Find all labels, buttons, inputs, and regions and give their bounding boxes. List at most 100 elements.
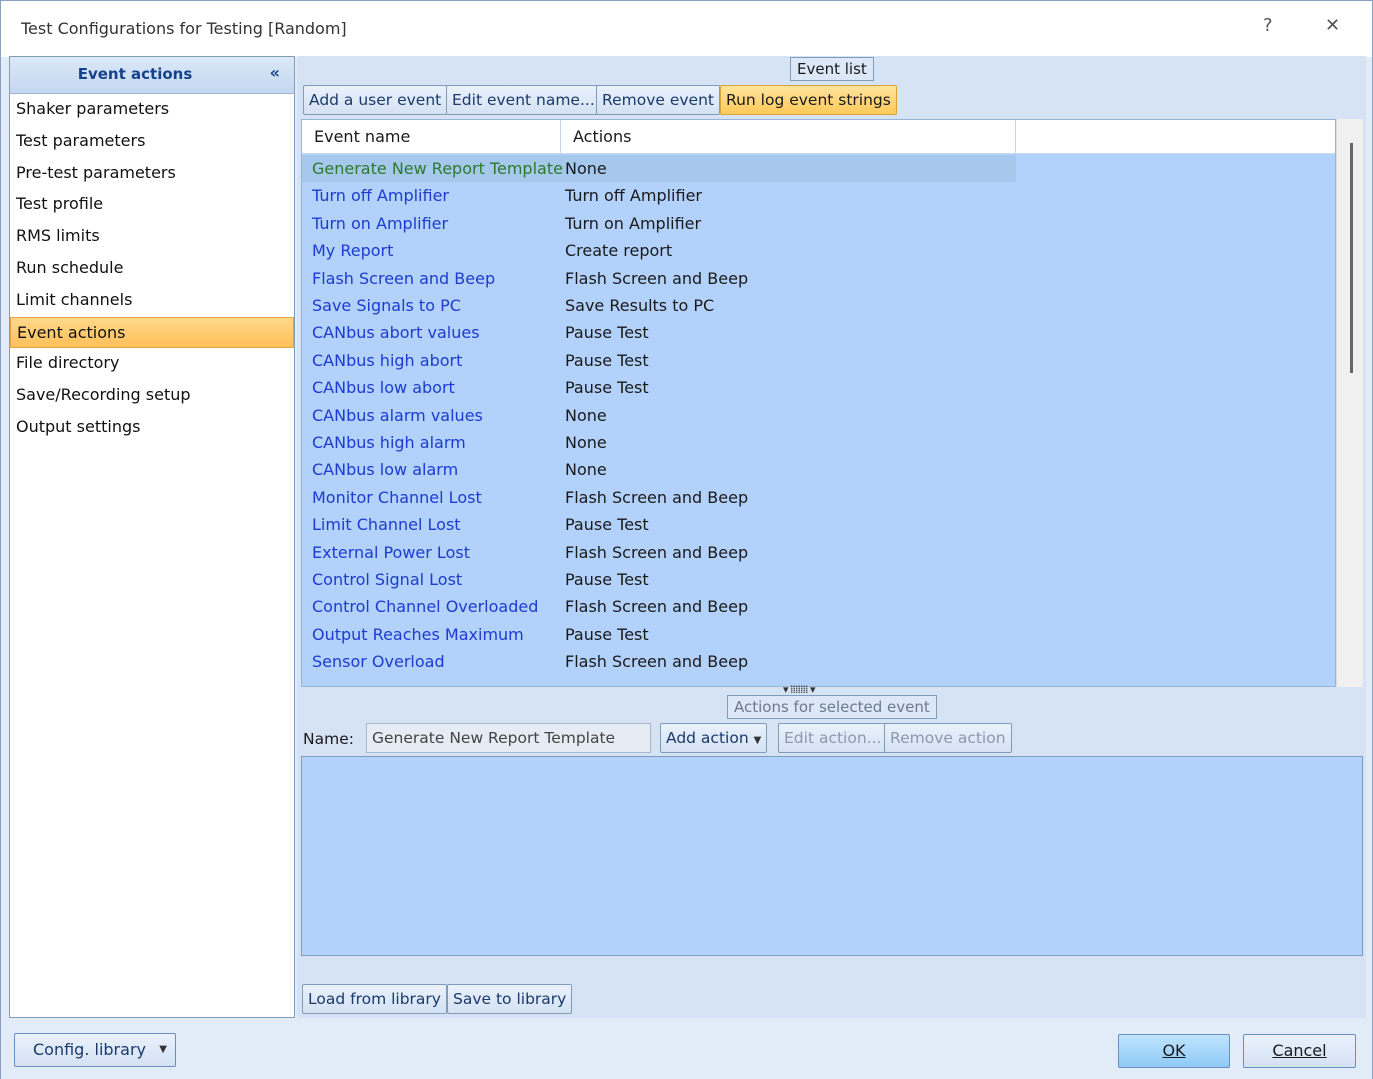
scrollbar-thumb[interactable] <box>1350 143 1353 373</box>
actions-group-label: Actions for selected event <box>727 695 937 719</box>
sidebar: Event actions « Shaker parameters Test pa… <box>9 56 295 1018</box>
event-name-cell: Generate New Report Template <box>312 159 563 178</box>
sidebar-item[interactable]: Event actions <box>10 316 294 349</box>
table-row[interactable]: Control Signal Lost Pause Test <box>302 566 1335 593</box>
table-row[interactable]: Flash Screen and Beep Flash Screen and Be… <box>302 265 1335 292</box>
edit-event-name-button[interactable]: Edit event name... <box>446 85 601 115</box>
event-name-cell: Limit Channel Lost <box>312 515 461 535</box>
sidebar-header: Event actions « <box>10 57 294 94</box>
load-from-library-button[interactable]: Load from library <box>302 984 447 1014</box>
remove-action-button[interactable]: Remove action <box>884 723 1012 753</box>
dropdown-arrow-icon: ▼ <box>159 1044 167 1055</box>
table-row[interactable]: CANbus abort values Pause Test <box>302 319 1335 346</box>
title-bar: Test Configurations for Testing [Random]… <box>1 1 1372 57</box>
event-grid: Event name Actions Generate New Report T… <box>301 119 1336 687</box>
event-action-cell: None <box>565 405 607 425</box>
sidebar-item[interactable]: Pre-test parameters <box>10 158 294 190</box>
event-name-cell: Control Channel Overloaded <box>312 597 539 617</box>
actions-list[interactable] <box>301 756 1363 956</box>
event-list-group-label: Event list <box>790 57 874 81</box>
column-header-actions[interactable]: Actions <box>561 120 1016 153</box>
vertical-scrollbar[interactable] <box>1336 119 1363 687</box>
event-action-cell: Turn off Amplifier <box>565 186 702 206</box>
event-name-cell: CANbus high abort <box>312 350 463 370</box>
collapse-icon[interactable]: « <box>270 63 280 82</box>
sidebar-item[interactable]: File directory <box>10 348 294 380</box>
remove-event-button[interactable]: Remove event <box>596 85 720 115</box>
table-row[interactable]: CANbus alarm values None <box>302 402 1335 429</box>
table-row[interactable]: Monitor Channel Lost Flash Screen and Bee… <box>302 484 1335 511</box>
table-row[interactable]: Generate New Report Template None <box>302 155 1335 182</box>
save-to-library-button[interactable]: Save to library <box>447 984 573 1014</box>
sidebar-title: Event actions <box>77 65 193 83</box>
sidebar-item[interactable]: Test profile <box>10 189 294 221</box>
add-user-event-button[interactable]: Add a user event <box>303 85 448 115</box>
sidebar-list: Shaker parameters Test parameters Pre-test… <box>10 94 294 444</box>
event-action-cell: Turn on Amplifier <box>565 213 702 233</box>
event-action-cell: Pause Test <box>565 323 649 343</box>
footer-bar: Config. library ▼ OK Cancel <box>1 1019 1372 1079</box>
table-row[interactable]: CANbus high abort Pause Test <box>302 347 1335 374</box>
name-label: Name: <box>303 730 354 748</box>
event-name-cell: External Power Lost <box>312 542 470 562</box>
table-row[interactable]: CANbus high alarm None <box>302 429 1335 456</box>
sidebar-item[interactable]: Output settings <box>10 412 294 444</box>
event-name-field[interactable]: Generate New Report Template <box>366 723 651 753</box>
table-row[interactable]: External Power Lost Flash Screen and Beep <box>302 539 1335 566</box>
event-name-cell: CANbus low alarm <box>312 460 459 480</box>
event-action-cell: Flash Screen and Beep <box>565 268 749 288</box>
event-action-cell: None <box>565 460 607 480</box>
dropdown-arrow-icon: ▼ <box>753 735 762 746</box>
event-name-cell: Output Reaches Maximum <box>312 624 524 644</box>
event-name-cell: Monitor Channel Lost <box>312 487 482 507</box>
event-name-cell: Control Signal Lost <box>312 570 463 589</box>
config-library-dropdown[interactable]: Config. library ▼ <box>14 1033 176 1067</box>
sidebar-item[interactable]: Save/Recording setup <box>10 380 294 412</box>
sidebar-item[interactable]: Shaker parameters <box>10 94 294 126</box>
event-name-cell: Turn on Amplifier <box>312 213 449 233</box>
sidebar-item[interactable]: Run schedule <box>10 253 294 285</box>
sidebar-item[interactable]: Limit channels <box>10 285 294 317</box>
run-log-event-strings-button[interactable]: Run log event strings <box>720 85 897 115</box>
event-action-cell: Pause Test <box>565 570 649 589</box>
edit-action-button[interactable]: Edit action... <box>778 723 888 753</box>
sidebar-item[interactable]: RMS limits <box>10 221 294 253</box>
sidebar-item[interactable]: Test parameters <box>10 126 294 158</box>
event-action-cell: Flash Screen and Beep <box>565 487 749 507</box>
table-row[interactable]: CANbus low abort Pause Test <box>302 374 1335 401</box>
event-name-cell: CANbus high alarm <box>312 433 466 452</box>
help-button[interactable]: ? <box>1263 15 1273 36</box>
add-action-button[interactable]: Add action ▼ <box>660 723 768 753</box>
event-action-cell: Pause Test <box>565 350 649 370</box>
event-name-cell: Sensor Overload <box>312 652 445 672</box>
event-action-cell: None <box>565 433 607 452</box>
event-action-cell: None <box>565 159 607 178</box>
dialog-window: Test Configurations for Testing [Random]… <box>0 0 1373 1079</box>
event-action-cell: Pause Test <box>565 378 649 398</box>
table-row[interactable]: Save Signals to PC Save Results to PC <box>302 292 1335 319</box>
ok-button[interactable]: OK <box>1118 1034 1230 1068</box>
grid-header: Event name Actions <box>302 120 1335 154</box>
event-action-cell: Flash Screen and Beep <box>565 652 749 672</box>
table-row[interactable]: My Report Create report <box>302 237 1335 264</box>
table-row[interactable]: Control Channel Overloaded Flash Screen a… <box>302 593 1335 620</box>
event-action-cell: Save Results to PC <box>565 296 715 315</box>
add-action-label: Add action <box>666 729 749 747</box>
event-action-cell: Pause Test <box>565 624 649 644</box>
event-action-cell: Create report <box>565 241 673 261</box>
table-row[interactable]: CANbus low alarm None <box>302 456 1335 483</box>
table-row[interactable]: Output Reaches Maximum Pause Test <box>302 621 1335 648</box>
cancel-button[interactable]: Cancel <box>1243 1034 1356 1068</box>
event-name-cell: CANbus low abort <box>312 378 455 398</box>
table-row[interactable]: Limit Channel Lost Pause Test <box>302 511 1335 538</box>
table-row[interactable]: Turn off Amplifier Turn off Amplifier <box>302 182 1335 209</box>
table-row[interactable]: Turn on Amplifier Turn on Amplifier <box>302 210 1335 237</box>
column-header-event-name[interactable]: Event name <box>302 120 561 153</box>
event-name-cell: Turn off Amplifier <box>312 186 449 206</box>
event-name-cell: CANbus alarm values <box>312 405 483 425</box>
table-row[interactable]: Sensor Overload Flash Screen and Beep <box>302 648 1335 675</box>
close-icon[interactable]: ✕ <box>1325 15 1340 36</box>
event-name-cell: Flash Screen and Beep <box>312 268 496 288</box>
event-name-cell: Save Signals to PC <box>312 296 461 315</box>
event-action-cell: Pause Test <box>565 515 649 535</box>
